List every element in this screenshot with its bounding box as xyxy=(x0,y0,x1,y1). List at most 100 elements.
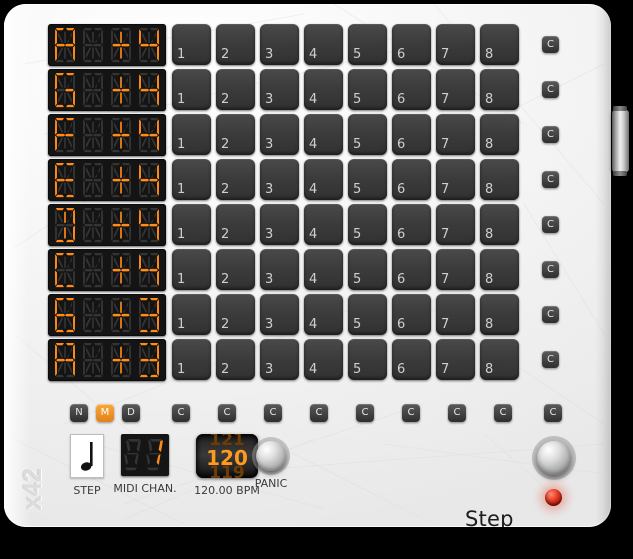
step-button[interactable]: 2 xyxy=(216,69,255,110)
step-button[interactable]: 1 xyxy=(172,114,211,155)
seg-char xyxy=(110,27,132,62)
step-button[interactable]: 5 xyxy=(348,24,387,65)
step-button[interactable]: 6 xyxy=(392,339,431,380)
row-clear-button[interactable]: C xyxy=(542,216,559,233)
note-display[interactable] xyxy=(48,338,166,381)
step-button[interactable]: 1 xyxy=(172,159,211,200)
note-display[interactable] xyxy=(48,248,166,291)
step-button[interactable]: 8 xyxy=(480,114,519,155)
step-button[interactable]: 3 xyxy=(260,249,299,290)
step-button[interactable]: 8 xyxy=(480,24,519,65)
note-display[interactable] xyxy=(48,68,166,111)
step-button[interactable]: 6 xyxy=(392,159,431,200)
step-button[interactable]: 5 xyxy=(348,339,387,380)
step-button[interactable]: 7 xyxy=(436,204,475,245)
step-button[interactable]: 3 xyxy=(260,339,299,380)
column-clear-button[interactable]: C xyxy=(310,404,328,422)
step-button-label: 5 xyxy=(353,227,362,242)
row-clear-button[interactable]: C xyxy=(542,261,559,278)
row-clear-button[interactable]: C xyxy=(542,171,559,188)
step-button[interactable]: 6 xyxy=(392,249,431,290)
step-button[interactable]: 3 xyxy=(260,69,299,110)
master-knob[interactable] xyxy=(537,441,571,475)
column-clear-button[interactable]: C xyxy=(218,404,236,422)
clear-all-button[interactable]: C xyxy=(544,404,562,422)
step-button[interactable]: 7 xyxy=(436,249,475,290)
row-clear-button[interactable]: C xyxy=(542,126,559,143)
step-button[interactable]: 6 xyxy=(392,69,431,110)
note-display[interactable] xyxy=(48,158,166,201)
step-button[interactable]: 1 xyxy=(172,204,211,245)
note-display[interactable] xyxy=(48,23,166,66)
step-button[interactable]: 7 xyxy=(436,339,475,380)
seg-char xyxy=(110,72,132,107)
step-button[interactable]: 3 xyxy=(260,159,299,200)
column-clear-button[interactable]: C xyxy=(494,404,512,422)
step-button[interactable]: 6 xyxy=(392,294,431,335)
step-button[interactable]: 2 xyxy=(216,159,255,200)
step-button[interactable]: 2 xyxy=(216,294,255,335)
step-button[interactable]: 8 xyxy=(480,159,519,200)
step-button[interactable]: 1 xyxy=(172,24,211,65)
step-button[interactable]: 2 xyxy=(216,24,255,65)
step-button[interactable]: 1 xyxy=(172,294,211,335)
step-button[interactable]: 4 xyxy=(304,204,343,245)
panic-control[interactable]: PANIC xyxy=(240,434,302,490)
column-clear-button[interactable]: C xyxy=(172,404,190,422)
step-button[interactable]: 7 xyxy=(436,24,475,65)
step-button[interactable]: 3 xyxy=(260,294,299,335)
step-button[interactable]: 8 xyxy=(480,69,519,110)
step-button[interactable]: 5 xyxy=(348,69,387,110)
step-button[interactable]: 6 xyxy=(392,24,431,65)
row-clear-button[interactable]: C xyxy=(542,81,559,98)
note-display[interactable] xyxy=(48,293,166,336)
step-button[interactable]: 5 xyxy=(348,249,387,290)
step-button[interactable]: 2 xyxy=(216,204,255,245)
step-button[interactable]: 3 xyxy=(260,24,299,65)
step-button-label: 2 xyxy=(221,137,230,152)
step-button[interactable]: 4 xyxy=(304,114,343,155)
note-display[interactable] xyxy=(48,203,166,246)
step-button[interactable]: 5 xyxy=(348,114,387,155)
step-button[interactable]: 8 xyxy=(480,204,519,245)
step-button[interactable]: 3 xyxy=(260,114,299,155)
sequencer-row: 1 2 3 4 5 6 7 8 C xyxy=(48,202,559,247)
step-button[interactable]: 8 xyxy=(480,294,519,335)
step-button[interactable]: 8 xyxy=(480,339,519,380)
step-button[interactable]: 7 xyxy=(436,159,475,200)
step-button[interactable]: 7 xyxy=(436,114,475,155)
panic-button[interactable] xyxy=(256,441,286,471)
row-clear-button[interactable]: C xyxy=(542,36,559,53)
row-clear-button[interactable]: C xyxy=(542,306,559,323)
step-button[interactable]: 5 xyxy=(348,294,387,335)
step-button[interactable]: 4 xyxy=(304,24,343,65)
step-button[interactable]: 1 xyxy=(172,69,211,110)
step-button[interactable]: 4 xyxy=(304,294,343,335)
step-button[interactable]: 4 xyxy=(304,159,343,200)
note-display[interactable] xyxy=(48,113,166,156)
midi-channel-control[interactable]: MIDI CHAN. xyxy=(104,434,186,495)
step-button[interactable]: 4 xyxy=(304,249,343,290)
step-button[interactable]: 5 xyxy=(348,159,387,200)
step-button[interactable]: 6 xyxy=(392,204,431,245)
sequencer-row: 1 2 3 4 5 6 7 8 C xyxy=(48,337,559,382)
step-button[interactable]: 5 xyxy=(348,204,387,245)
column-clear-button[interactable]: C xyxy=(264,404,282,422)
column-clear-button[interactable]: C xyxy=(448,404,466,422)
step-button[interactable]: 1 xyxy=(172,339,211,380)
step-button[interactable]: 7 xyxy=(436,69,475,110)
step-button[interactable]: 3 xyxy=(260,204,299,245)
step-button[interactable]: 6 xyxy=(392,114,431,155)
step-button[interactable]: 1 xyxy=(172,249,211,290)
step-button[interactable]: 4 xyxy=(304,339,343,380)
step-button[interactable]: 7 xyxy=(436,294,475,335)
step-button[interactable]: 2 xyxy=(216,339,255,380)
step-button[interactable]: 2 xyxy=(216,249,255,290)
step-button[interactable]: 4 xyxy=(304,69,343,110)
row-clear-button[interactable]: C xyxy=(542,351,559,368)
step-button[interactable]: 2 xyxy=(216,114,255,155)
step-button[interactable]: 8 xyxy=(480,249,519,290)
step-button-label: 2 xyxy=(221,92,230,107)
column-clear-button[interactable]: C xyxy=(402,404,420,422)
column-clear-button[interactable]: C xyxy=(356,404,374,422)
